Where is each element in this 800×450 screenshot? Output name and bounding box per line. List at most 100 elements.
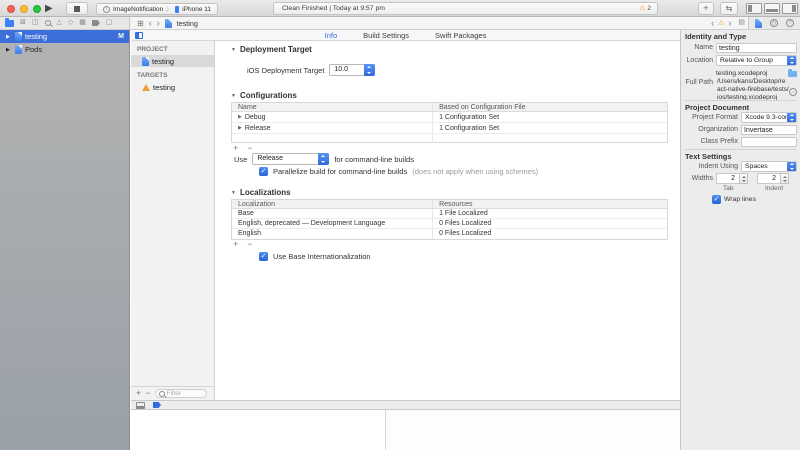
section-localizations[interactable]: ▼ Localizations [231, 188, 291, 197]
forward-button[interactable]: › [157, 19, 160, 28]
localization-name: English [232, 229, 432, 239]
symbol-navigator-icon[interactable]: ◫ [32, 19, 39, 27]
parallelize-checkbox[interactable] [259, 167, 268, 176]
table-row[interactable]: ▶Release 1 Configuration Set [232, 123, 667, 134]
project-navigator-icon[interactable] [5, 20, 14, 27]
name-field[interactable]: testing [716, 43, 797, 53]
inspector-panel-icon [792, 5, 796, 12]
remove-localization-button[interactable]: − [247, 240, 252, 249]
editor-tab-bar: Info Build Settings Swift Packages [131, 30, 680, 41]
base-internationalization-checkbox[interactable] [259, 252, 268, 261]
table-row[interactable]: English, deprecated — Development Langua… [232, 219, 667, 229]
localization-resources: 0 Files Localized [432, 219, 667, 228]
close-window-button[interactable] [7, 5, 15, 13]
jump-bar-file-label[interactable]: testing [177, 19, 198, 28]
navigator-item-pods[interactable]: ▶ Pods [0, 43, 129, 56]
use-suffix-label: for command-line builds [334, 155, 414, 164]
tab-info[interactable]: Info [325, 31, 338, 40]
project-navigator: ▶ testing M ▶ Pods [0, 30, 130, 450]
project-file-icon [142, 57, 149, 66]
text-settings-section-title: Text Settings [685, 152, 732, 161]
debug-navigator-icon[interactable]: ▦ [79, 19, 86, 27]
back-button[interactable]: ‹ [149, 19, 152, 28]
tab-swift-packages[interactable]: Swift Packages [435, 31, 486, 40]
wrap-lines-checkbox[interactable] [712, 195, 721, 204]
disclosure-triangle-icon[interactable]: ▶ [6, 34, 12, 40]
remove-target-button[interactable]: − [145, 389, 150, 398]
tab-build-settings[interactable]: Build Settings [363, 31, 409, 40]
issue-navigation: ‹ ⚠ › ▤ [711, 17, 745, 29]
organization-field[interactable]: Invertase [741, 125, 797, 135]
related-items-icon[interactable]: ⊞ [137, 19, 144, 28]
table-row[interactable]: English 0 Files Localized [232, 229, 667, 239]
report-navigator-icon[interactable]: ▢ [106, 19, 113, 27]
disclosure-triangle-icon[interactable]: ▶ [238, 123, 242, 134]
location-label: Location [685, 57, 713, 64]
divider [685, 100, 796, 101]
history-inspector-icon[interactable]: ◷ [770, 19, 778, 27]
breakpoint-navigator-icon[interactable] [92, 20, 100, 26]
disclosure-triangle-icon[interactable]: ▶ [6, 47, 12, 53]
scheme-selector[interactable]: i ImageNotification 〉 iPhone 11 [96, 3, 218, 15]
library-add-button[interactable]: + [698, 2, 714, 15]
editor-mode-button[interactable]: ⇆ [720, 2, 738, 15]
disclosure-triangle-icon[interactable]: ▶ [238, 112, 242, 123]
build-status-text: Clean Finished | Today at 9:57 pm [282, 3, 385, 14]
collapse-icon[interactable]: ▼ [231, 47, 236, 53]
class-prefix-field[interactable] [741, 137, 797, 147]
test-navigator-icon[interactable]: ◇ [68, 19, 73, 27]
section-configurations[interactable]: ▼ Configurations [231, 91, 297, 100]
location-dropdown[interactable]: Relative to Group [716, 55, 797, 66]
table-row[interactable]: Base 1 File Localized [232, 209, 667, 219]
deployment-target-dropdown[interactable]: 10.0 [329, 64, 375, 76]
section-deployment-target[interactable]: ▼ Deployment Target [231, 45, 312, 54]
add-localization-button[interactable]: + [233, 240, 238, 249]
zoom-window-button[interactable] [33, 5, 41, 13]
indent-using-value: Spaces [745, 163, 768, 170]
breakpoints-toggle-icon[interactable] [153, 402, 161, 408]
localization-resources: 1 File Localized [432, 209, 667, 218]
reveal-arrow-icon[interactable]: → [789, 88, 797, 96]
target-row-testing[interactable]: testing [131, 81, 214, 93]
source-control-navigator-icon[interactable]: ⊠ [20, 19, 26, 27]
device-icon [175, 6, 179, 13]
issue-navigator-icon[interactable]: △ [57, 19, 62, 27]
command-line-config-dropdown[interactable]: Release [252, 153, 329, 165]
quick-help-inspector-icon[interactable]: ? [786, 19, 794, 27]
folder-icon[interactable] [788, 71, 797, 77]
tab-width-stepper[interactable]: 2 [716, 173, 748, 184]
modified-badge: M [118, 33, 124, 40]
deployment-target-value: 10.0 [334, 66, 348, 73]
hide-debug-area-icon[interactable] [136, 402, 145, 409]
warning-badge[interactable]: ⚠ 2 [639, 3, 651, 14]
add-target-button[interactable]: + [136, 389, 141, 398]
editor-options-icon[interactable]: ▤ [738, 19, 745, 27]
column-resources: Resources [432, 200, 667, 208]
run-button[interactable]: ▶ [45, 3, 53, 14]
add-configuration-button[interactable]: + [233, 144, 238, 153]
find-navigator-icon[interactable] [45, 20, 51, 26]
next-issue-button[interactable]: › [728, 19, 731, 28]
parallelize-row: Parallelize build for command-line build… [259, 167, 538, 176]
file-inspector: Identity and Type Name testing Location … [680, 30, 800, 450]
minimize-window-button[interactable] [20, 5, 28, 13]
project-row-testing[interactable]: testing [131, 55, 214, 67]
toggle-debug-area-button[interactable] [764, 3, 780, 14]
file-inspector-icon[interactable] [755, 19, 762, 28]
stop-button[interactable] [66, 2, 88, 15]
collapse-icon[interactable]: ▼ [231, 93, 236, 99]
column-name: Name [232, 103, 432, 111]
collapse-icon[interactable]: ▼ [231, 190, 236, 196]
previous-issue-button[interactable]: ‹ [711, 19, 714, 28]
remove-configuration-button[interactable]: − [247, 144, 252, 153]
navigator-item-testing[interactable]: ▶ testing M [0, 30, 129, 43]
table-row[interactable]: ▶Debug 1 Configuration Set [232, 112, 667, 123]
navigator-tab-strip: ⊠ ◫ △ ◇ ▦ ▢ [0, 17, 130, 29]
toggle-navigator-button[interactable] [746, 3, 762, 14]
indent-using-dropdown[interactable]: Spaces [741, 161, 797, 172]
filter-input[interactable] [167, 390, 205, 397]
toggle-inspector-button[interactable] [782, 3, 798, 14]
indent-width-stepper[interactable]: 2 [757, 173, 789, 184]
project-format-dropdown[interactable]: Xcode 9.3-compatible [741, 112, 797, 123]
stepper-arrows-icon [780, 173, 789, 184]
